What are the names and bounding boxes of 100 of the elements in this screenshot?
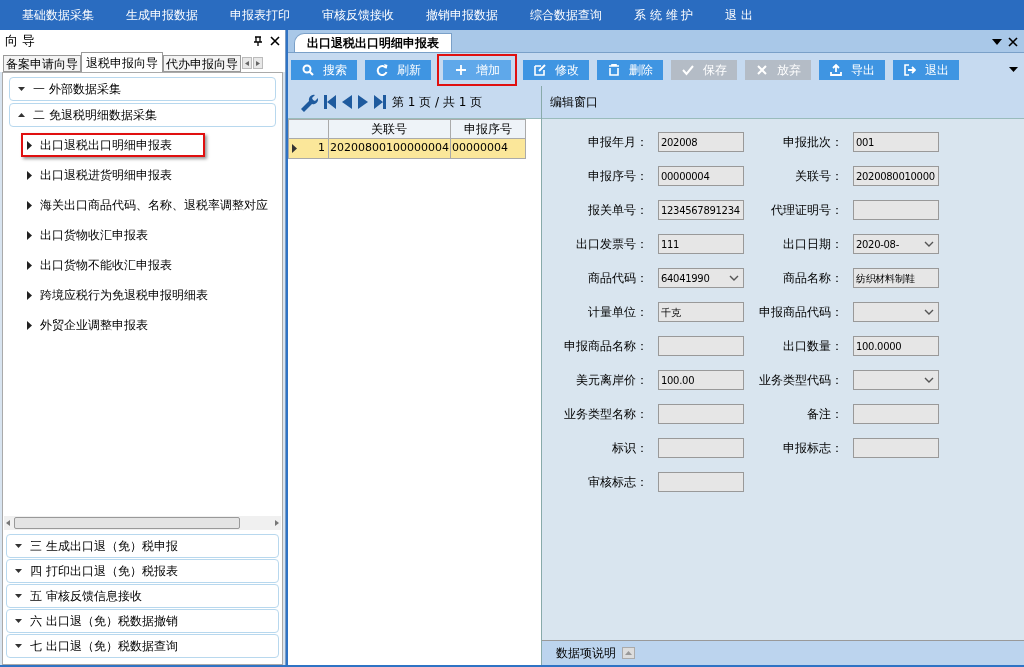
field-label: 商品名称：	[782, 270, 843, 287]
close-icon[interactable]	[1008, 37, 1018, 47]
input-field[interactable]: 00000004	[658, 166, 744, 186]
scroll-left-icon[interactable]	[6, 520, 10, 526]
input-field[interactable]: 100.00	[658, 370, 744, 390]
section-label: 一 外部数据采集	[33, 81, 121, 98]
chevron-down-icon	[924, 309, 934, 315]
field-label: 申报标志：	[782, 440, 843, 457]
field-label: 备注：	[806, 406, 843, 423]
input-field[interactable]	[658, 404, 744, 424]
field-label: 出口发票号：	[575, 236, 648, 253]
input-field[interactable]	[853, 438, 939, 458]
collapse-icon	[18, 113, 25, 117]
next-page-icon[interactable]	[358, 95, 368, 109]
panel-title: 向 导	[5, 32, 36, 51]
input-field[interactable]	[658, 472, 744, 492]
previous-page-icon[interactable]	[342, 95, 352, 109]
footer-label: 数据项说明	[556, 645, 616, 662]
panel-tab[interactable]: 代办申报向导	[163, 55, 241, 72]
page-indicator: 第 1 页 / 共 1 页	[392, 94, 483, 111]
edit-icon	[533, 63, 546, 76]
tree-item[interactable]: 海关出口商品代码、名称、退税率调整对应	[21, 193, 276, 217]
input-field[interactable]	[658, 336, 744, 356]
panel-tab[interactable]: 备案申请向导	[3, 55, 81, 72]
input-field[interactable]: 100.0000	[853, 336, 939, 356]
tree-item[interactable]: 出口退税进货明细申报表	[21, 163, 276, 187]
field-label: 商品代码：	[587, 270, 648, 287]
row-header	[288, 119, 329, 139]
input-field[interactable]	[853, 404, 939, 424]
section-label: 三 生成出口退（免）税申报	[30, 538, 178, 555]
dropdown-icon[interactable]	[1009, 67, 1018, 72]
current-row-icon	[292, 144, 297, 153]
input-field[interactable]	[853, 200, 939, 220]
dropdown-icon[interactable]	[992, 39, 1002, 45]
input-field[interactable]: 千克	[658, 302, 744, 322]
input-field[interactable]: 111	[658, 234, 744, 254]
menu-item[interactable]: 基础数据采集	[10, 6, 106, 24]
section-label: 七 出口退（免）税数据查询	[30, 638, 178, 655]
triangle-right-icon	[27, 140, 32, 150]
field-label: 出口日期：	[782, 236, 843, 253]
tree-item[interactable]: 出口货物不能收汇申报表	[21, 253, 276, 277]
field-label: 出口数量：	[782, 338, 843, 355]
input-field[interactable]	[658, 438, 744, 458]
accordion-header[interactable]: 三 生成出口退（免）税申报	[6, 534, 279, 558]
menu-item[interactable]: 申报表打印	[218, 6, 302, 24]
dropdown-field[interactable]	[853, 302, 939, 322]
accordion-header[interactable]: 四 打印出口退（免）税报表	[6, 559, 279, 583]
triangle-right-icon	[27, 230, 32, 240]
accordion-header[interactable]: 一 外部数据采集	[9, 77, 276, 101]
accordion-header[interactable]: 五 审核反馈信息接收	[6, 584, 279, 608]
field-label: 申报年月：	[587, 134, 648, 151]
last-page-icon[interactable]	[374, 95, 386, 109]
menu-item[interactable]: 退 出	[713, 6, 766, 24]
scroll-right-icon[interactable]	[275, 520, 279, 526]
menu-item[interactable]: 撤销申报数据	[414, 6, 510, 24]
document-tab[interactable]: 出口退税出口明细申报表	[294, 33, 452, 52]
close-icon[interactable]	[270, 36, 280, 46]
scroll-left-button[interactable]	[242, 57, 252, 69]
field-label: 代理证明号：	[770, 202, 843, 219]
row-number: 1	[318, 140, 325, 157]
menu-item[interactable]: 审核反馈接收	[310, 6, 406, 24]
search-icon	[301, 63, 314, 76]
collapse-icon[interactable]	[622, 647, 635, 659]
accordion-header[interactable]: 六 出口退（免）税数据撤销	[6, 609, 279, 633]
menu-item[interactable]: 系 统 维 护	[622, 6, 706, 24]
panel-tab[interactable]: 退税申报向导	[81, 52, 163, 72]
input-field[interactable]: 001	[853, 132, 939, 152]
dropdown-field[interactable]	[853, 370, 939, 390]
dropdown-field[interactable]: 64041990	[658, 268, 744, 288]
scroll-right-button[interactable]	[253, 57, 263, 69]
section-label: 二 免退税明细数据采集	[33, 107, 157, 124]
pin-icon[interactable]	[254, 36, 262, 46]
triangle-right-icon	[27, 320, 32, 330]
chevron-down-icon	[729, 275, 739, 281]
table-row[interactable]: 1 20200800100000004 00000004	[288, 138, 526, 159]
menu-item[interactable]: 生成申报数据	[114, 6, 210, 24]
first-page-icon[interactable]	[324, 95, 336, 109]
expand-icon	[15, 594, 22, 598]
triangle-right-icon	[256, 60, 260, 66]
plus-icon	[454, 63, 467, 76]
scrollbar-thumb[interactable]	[14, 517, 240, 529]
input-field[interactable]: 2020080010000	[853, 166, 939, 186]
input-field[interactable]: 202008	[658, 132, 744, 152]
tree-item[interactable]: 跨境应税行为免退税申报明细表	[21, 283, 276, 307]
accordion-header[interactable]: 七 出口退（免）税数据查询	[6, 634, 279, 658]
accordion-header[interactable]: 二 免退税明细数据采集	[9, 103, 276, 127]
input-field[interactable]: 1234567891234	[658, 200, 744, 220]
field-label: 报关单号：	[587, 202, 648, 219]
dropdown-field[interactable]: 2020-08-	[853, 234, 939, 254]
tree-item[interactable]: 出口退税出口明细申报表	[21, 133, 205, 157]
field-label: 审核标志：	[587, 474, 648, 491]
field-label: 申报批次：	[782, 134, 843, 151]
tree-item[interactable]: 外贸企业调整申报表	[21, 313, 276, 337]
tree-item[interactable]: 出口货物收汇申报表	[21, 223, 276, 247]
expand-icon	[15, 569, 22, 573]
column-header: 申报序号	[450, 119, 526, 139]
menu-item[interactable]: 综合数据查询	[518, 6, 614, 24]
triangle-right-icon	[27, 170, 32, 180]
input-field[interactable]: 纺织材料制鞋	[853, 268, 939, 288]
field-label: 业务类型名称：	[563, 406, 648, 423]
